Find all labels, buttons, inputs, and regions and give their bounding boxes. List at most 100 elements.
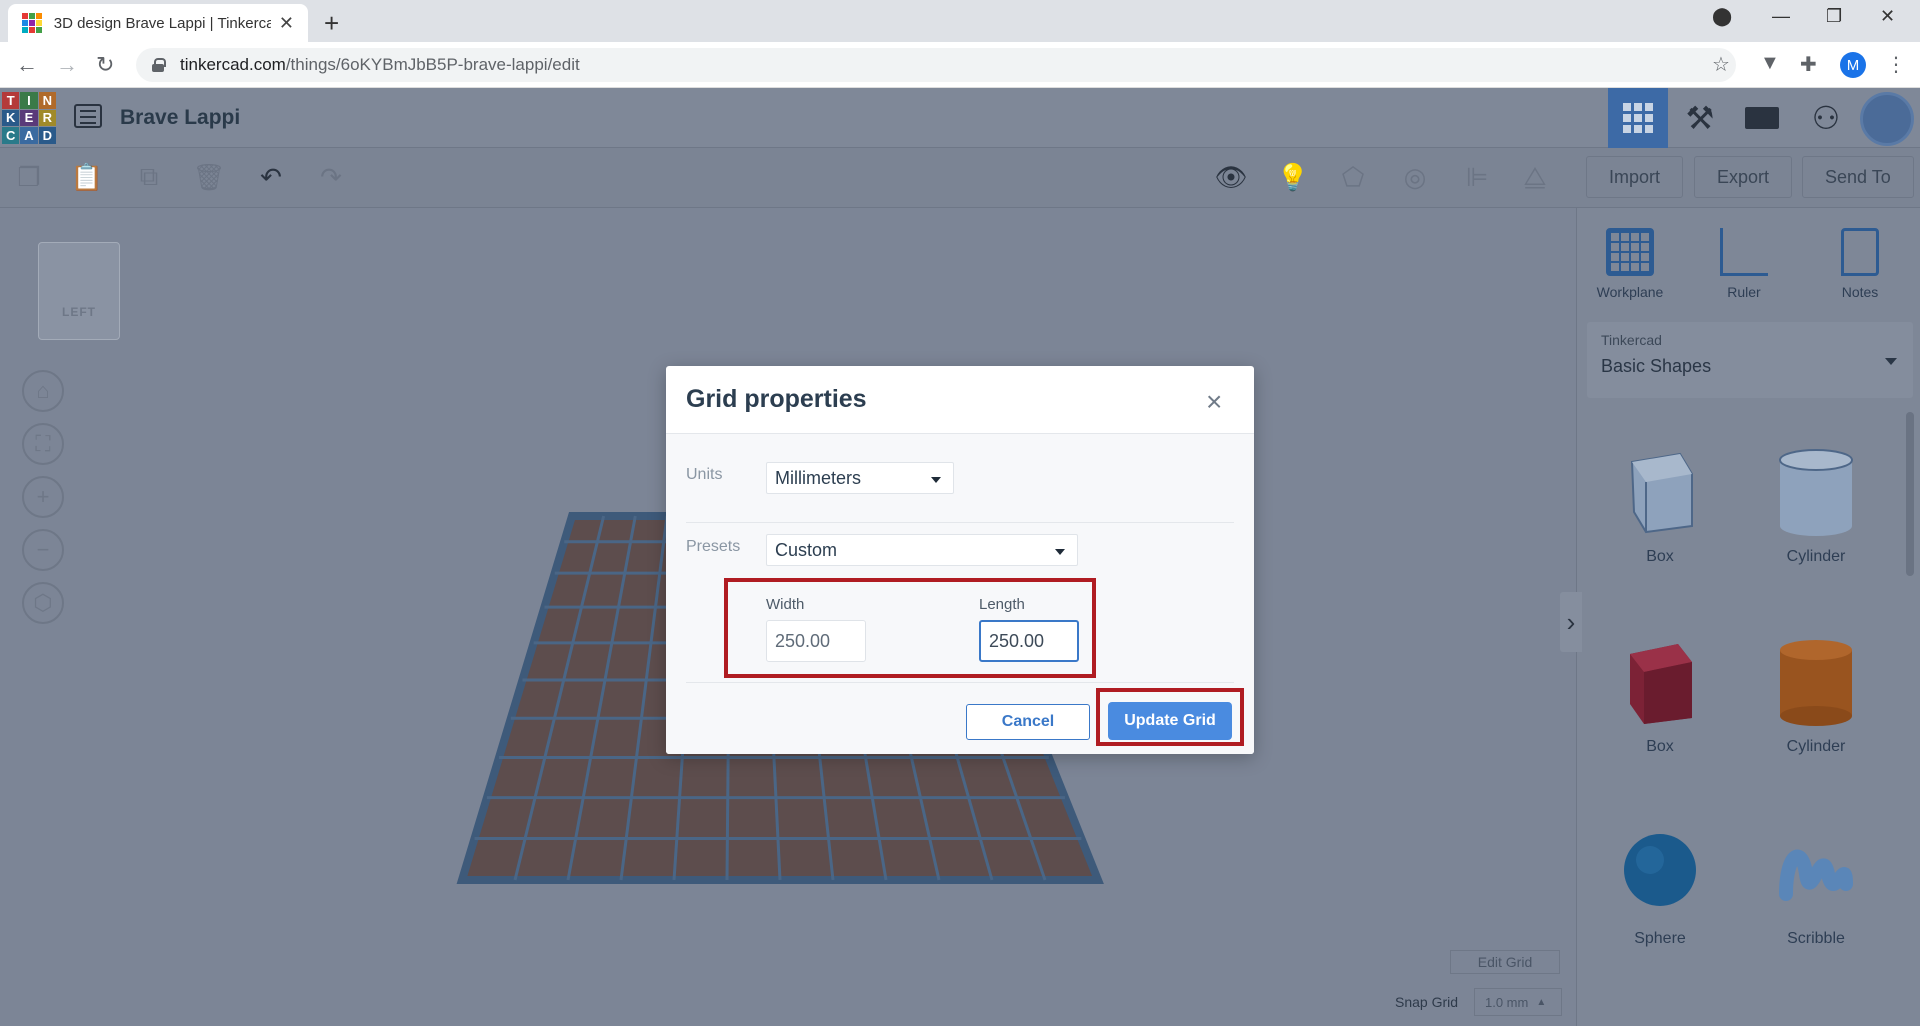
- ruler-label: Ruler: [1727, 284, 1761, 300]
- paste-icon[interactable]: 📋: [70, 160, 104, 194]
- snap-grid-select[interactable]: 1.0 mm ▲: [1474, 988, 1562, 1016]
- shape-library-select[interactable]: Tinkercad Basic Shapes: [1587, 322, 1913, 398]
- shape-cylinder[interactable]: Cylinder: [1751, 632, 1881, 756]
- collapse-panel-button[interactable]: ›: [1560, 592, 1582, 652]
- edit-grid-button[interactable]: Edit Grid: [1450, 950, 1560, 974]
- length-input[interactable]: 250.00: [979, 620, 1079, 662]
- mirror-icon[interactable]: ⧋: [1518, 160, 1552, 194]
- delete-icon[interactable]: 🗑: [192, 160, 226, 194]
- presets-value: Custom: [775, 539, 838, 560]
- shapes-scrollbar[interactable]: [1906, 412, 1914, 576]
- maximize-icon[interactable]: ❐: [1826, 6, 1842, 27]
- shape-cylinder-hole[interactable]: Cylinder: [1751, 442, 1881, 566]
- url-path: /things/6oKYBmJbB5P-brave-lappi/edit: [285, 55, 580, 74]
- right-panel: Workplane Ruler Notes Tinkercad Basic Sh…: [1576, 208, 1920, 1026]
- window-close-icon[interactable]: ✕: [1880, 6, 1895, 27]
- shape-sphere[interactable]: Sphere: [1595, 824, 1725, 948]
- workplane-label: Workplane: [1596, 284, 1664, 300]
- presets-select[interactable]: Custom: [766, 534, 1078, 566]
- bookmark-star-icon[interactable]: ☆: [1712, 52, 1730, 77]
- duplicate-icon[interactable]: ⧉: [132, 160, 166, 194]
- bricks-button[interactable]: [1732, 88, 1792, 148]
- dialog-header: Grid properties: [666, 366, 1254, 434]
- design-menu-icon[interactable]: [74, 104, 102, 128]
- cube-icon: ⬡: [33, 590, 53, 615]
- back-icon[interactable]: ←: [16, 52, 38, 78]
- add-user-icon: ⚇: [1811, 100, 1841, 136]
- group-icon[interactable]: ⬠: [1336, 160, 1370, 194]
- tab-title: 3D design Brave Lappi | Tinkercad: [53, 14, 271, 32]
- forward-icon[interactable]: →: [56, 52, 78, 78]
- tab-close-icon[interactable]: ✕: [279, 13, 294, 34]
- project-name[interactable]: Brave Lappi: [120, 106, 240, 130]
- undo-icon[interactable]: ↶: [254, 160, 288, 194]
- puzzle-icon[interactable]: ✚: [1800, 52, 1817, 77]
- library-category: Tinkercad: [1601, 332, 1662, 348]
- presets-label: Presets: [686, 538, 741, 555]
- logo-letter: D: [38, 127, 56, 144]
- ungroup-icon[interactable]: ◎: [1398, 160, 1432, 194]
- light-bulb-icon[interactable]: 💡: [1276, 160, 1310, 194]
- url-bar[interactable]: tinkercad.com/things/6oKYBmJbB5P-brave-l…: [136, 48, 1736, 82]
- snap-grid-label: Snap Grid: [1395, 994, 1459, 1010]
- send-to-button[interactable]: Send To: [1802, 156, 1914, 198]
- length-label: Length: [979, 596, 1025, 613]
- logo-letter: T: [2, 92, 20, 109]
- shape-scribble[interactable]: Scribble: [1751, 824, 1881, 948]
- logo-letter: R: [38, 109, 56, 127]
- profile-avatar[interactable]: M: [1840, 52, 1866, 78]
- tab-search-icon[interactable]: ⬤: [1712, 6, 1732, 27]
- browser-tab[interactable]: 3D design Brave Lappi | Tinkercad ✕: [8, 4, 308, 42]
- logo-letter: N: [38, 92, 56, 109]
- tinkercad-logo[interactable]: T I N K E R C A D: [2, 92, 56, 144]
- update-grid-button[interactable]: Update Grid: [1108, 702, 1232, 740]
- export-button[interactable]: Export: [1694, 156, 1793, 198]
- shape-label: Cylinder: [1786, 738, 1846, 755]
- ruler-tool[interactable]: Ruler: [1699, 228, 1789, 300]
- workplane-tool[interactable]: Workplane: [1585, 228, 1675, 300]
- extension-icon[interactable]: ▼: [1760, 52, 1780, 75]
- browser-menu-icon[interactable]: ⋮: [1886, 52, 1906, 77]
- redo-icon[interactable]: ↷: [314, 160, 348, 194]
- shape-label: Cylinder: [1786, 548, 1846, 565]
- shape-label: Box: [1646, 738, 1674, 755]
- minimize-icon[interactable]: —: [1772, 6, 1790, 27]
- notes-tool[interactable]: Notes: [1815, 228, 1905, 300]
- cylinder-icon: [1768, 632, 1864, 728]
- 3d-view-button[interactable]: [1608, 88, 1668, 148]
- lock-icon: [152, 58, 166, 72]
- caret-up-icon: ▲: [1536, 996, 1547, 1008]
- view-cube[interactable]: LEFT: [38, 242, 120, 340]
- chevron-down-icon: [1885, 358, 1897, 365]
- invite-user-button[interactable]: ⚇: [1796, 88, 1856, 148]
- codeblocks-button[interactable]: ⚒: [1670, 88, 1730, 148]
- zoom-in-button[interactable]: +: [22, 476, 64, 518]
- width-input[interactable]: 250.00: [766, 620, 866, 662]
- units-select[interactable]: Millimeters: [766, 462, 954, 494]
- cancel-button[interactable]: Cancel: [966, 704, 1090, 740]
- width-value: 250.00: [775, 630, 831, 651]
- dialog-title: Grid properties: [686, 385, 867, 413]
- browser-tab-bar: 3D design Brave Lappi | Tinkercad ✕ + ⬤ …: [0, 0, 1920, 42]
- zoom-out-button[interactable]: −: [22, 529, 64, 571]
- plus-icon: +: [36, 484, 50, 509]
- fit-view-button[interactable]: ⛶: [22, 423, 64, 465]
- caret-down-icon: [931, 477, 941, 483]
- box-icon: [1612, 632, 1708, 728]
- shape-label: Box: [1646, 548, 1674, 565]
- new-tab-icon[interactable]: +: [324, 8, 339, 39]
- shape-box-hole[interactable]: Box: [1595, 442, 1725, 566]
- edit-toolbar: ❐ 📋 ⧉ 🗑 ↶ ↷ 👁 💡 ⬠ ◎ ⊫ ⧋ Import Export Se…: [0, 148, 1920, 208]
- perspective-button[interactable]: ⬡: [22, 582, 64, 624]
- grid-properties-dialog: Grid properties × Units Millimeters Pres…: [666, 366, 1254, 754]
- user-avatar[interactable]: [1860, 92, 1914, 146]
- shape-box[interactable]: Box: [1595, 632, 1725, 756]
- logo-letter: C: [2, 127, 20, 144]
- import-button[interactable]: Import: [1586, 156, 1684, 198]
- copy-icon[interactable]: ❐: [12, 160, 46, 194]
- close-icon[interactable]: ×: [1206, 388, 1222, 416]
- camera-view-icon[interactable]: 👁: [1214, 160, 1248, 194]
- home-view-button[interactable]: ⌂: [22, 370, 64, 412]
- align-icon[interactable]: ⊫: [1460, 160, 1494, 194]
- reload-icon[interactable]: ↻: [96, 52, 114, 78]
